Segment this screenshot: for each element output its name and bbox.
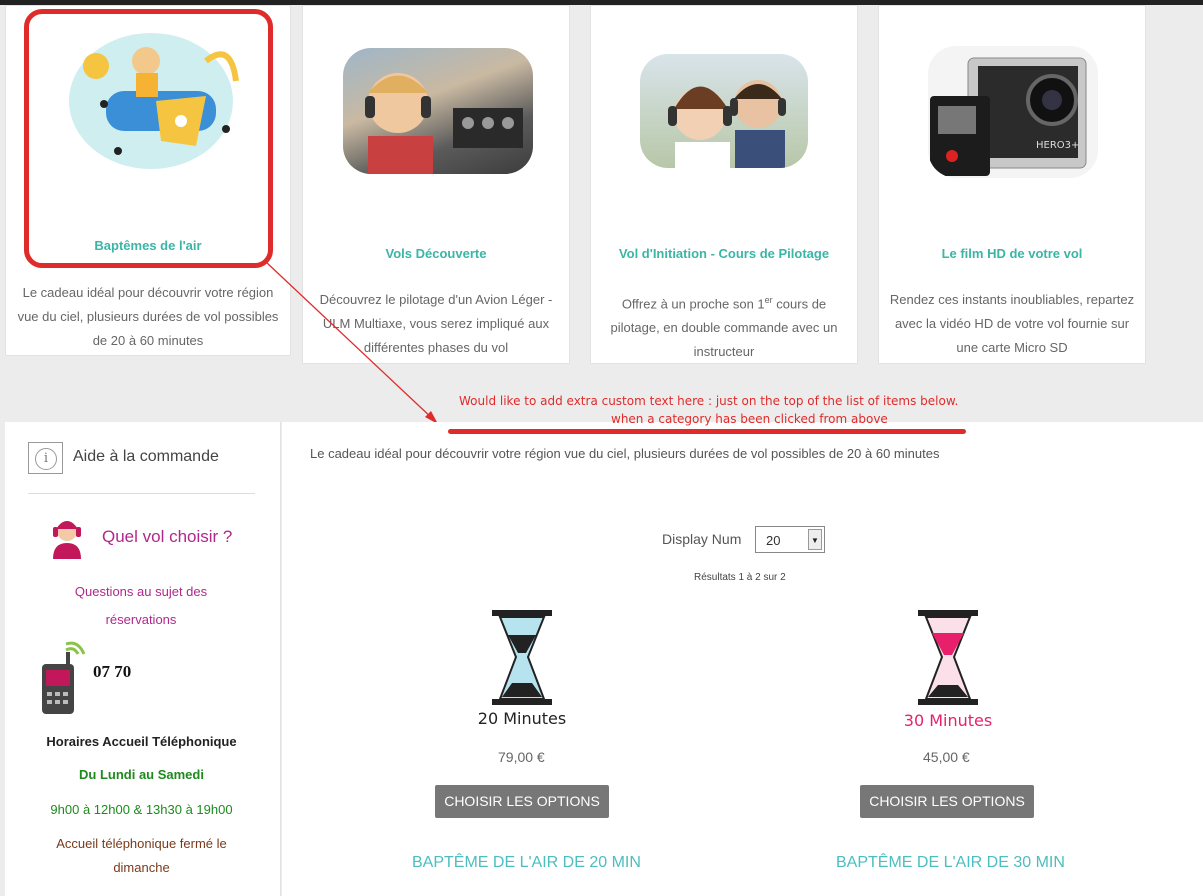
- desc-line: Découvrez le pilotage d'un Avion Léger -: [319, 292, 553, 307]
- choose-options-button[interactable]: CHOISIR LES OPTIONS: [435, 785, 609, 818]
- annotation-highlight-box: [24, 9, 273, 268]
- child-pilot-photo: [343, 48, 533, 174]
- questions-text: Questions au sujet des réservations: [74, 584, 208, 627]
- card-description: Rendez ces instants inoubliables, repart…: [887, 288, 1137, 360]
- card-description: Le cadeau idéal pour découvrir votre rég…: [14, 281, 282, 353]
- card-title[interactable]: Vols Découverte: [303, 246, 569, 261]
- gopro-camera-photo: HERO3+: [928, 46, 1098, 178]
- category-card-vol-initiation[interactable]: Vol d'Initiation - Cours de Pilotage Off…: [590, 5, 858, 364]
- aide-commande-title: Aide à la commande: [73, 448, 219, 465]
- product-image-label: 20 Minutes: [477, 709, 567, 728]
- display-num-select[interactable]: 20 ▼: [755, 526, 825, 553]
- card-title[interactable]: Vol d'Initiation - Cours de Pilotage: [591, 246, 857, 261]
- display-num-label: Display Num: [662, 531, 742, 547]
- desc-line: ULM Multiaxe, vous serez impliqué aux: [322, 316, 550, 331]
- days-text: Du Lundi au Samedi: [79, 767, 204, 782]
- desc-line: Rendez ces instants inoubliables, repart…: [889, 292, 1135, 307]
- support-agent-icon: [53, 521, 81, 559]
- main-product-list: [282, 422, 1203, 896]
- hours-text: 9h00 à 12h00 & 13h30 à 19h00: [50, 802, 233, 817]
- product-name-link[interactable]: BAPTÊME DE L'AIR DE 20 MIN: [412, 854, 641, 872]
- phone-number[interactable]: 07 70: [93, 662, 131, 682]
- annotation-underline: [448, 429, 966, 434]
- annotation-text-line-1: Would like to add extra custom text here…: [459, 394, 959, 408]
- desc-line: pilotage, en double commande avec un: [610, 320, 838, 336]
- card-description: Découvrez le pilotage d'un Avion Léger -…: [311, 288, 561, 360]
- card-title[interactable]: Le film HD de votre vol: [879, 246, 1145, 261]
- desc-line: Le cadeau idéal pour découvrir votre rég…: [22, 285, 274, 300]
- desc-line: de 20 à 60 minutes: [92, 333, 204, 348]
- desc-line: avec la vidéo HD de votre vol fournie su…: [894, 316, 1130, 331]
- annotation-text-line-2: when a category has been clicked from ab…: [611, 412, 888, 426]
- pilots-headset-photo: [640, 54, 808, 168]
- divider: [28, 493, 255, 494]
- choose-options-button[interactable]: CHOISIR LES OPTIONS: [860, 785, 1034, 818]
- closed-text: Accueil téléphonique fermé le dimanche: [56, 836, 227, 875]
- hourglass-icon: [918, 610, 978, 705]
- product-name-link[interactable]: BAPTÊME DE L'AIR DE 30 MIN: [836, 854, 1065, 872]
- desc-line: différentes phases du vol: [363, 340, 509, 355]
- desc-line: instructeur: [693, 344, 755, 360]
- choose-flight-title[interactable]: Quel vol choisir ?: [102, 527, 232, 547]
- card-description: Offrez à un proche son 1er cours de pilo…: [599, 288, 849, 364]
- category-card-vols-decouverte[interactable]: Vols Découverte Découvrez le pilotage d'…: [302, 5, 570, 364]
- product-price: 79,00 €: [498, 749, 545, 765]
- desc-line: une carte Micro SD: [956, 340, 1068, 355]
- product-image-label: 30 Minutes: [903, 711, 993, 730]
- desc-line: Offrez à un proche son 1er cours de: [621, 295, 827, 312]
- product-image-30min[interactable]: 30 Minutes: [896, 605, 1000, 735]
- svg-text:HERO3+: HERO3+: [1036, 140, 1079, 151]
- results-count: Résultats 1 à 2 sur 2: [694, 572, 786, 583]
- display-num-value: 20: [766, 533, 781, 548]
- info-icon: i: [28, 442, 63, 474]
- dropdown-arrow-icon[interactable]: ▼: [808, 529, 822, 550]
- hours-title: Horaires Accueil Téléphonique: [46, 734, 237, 749]
- desc-line: vue du ciel, plusieurs durées de vol pos…: [17, 309, 279, 324]
- product-price: 45,00 €: [923, 749, 970, 765]
- category-description: Le cadeau idéal pour découvrir votre rég…: [310, 446, 940, 461]
- hourglass-icon: [492, 610, 552, 705]
- category-card-film-hd[interactable]: HERO3+ Le film HD de votre vol Rendez ce…: [878, 5, 1146, 364]
- mobile-phone-icon: [42, 641, 86, 714]
- product-image-20min[interactable]: 20 Minutes: [472, 605, 572, 735]
